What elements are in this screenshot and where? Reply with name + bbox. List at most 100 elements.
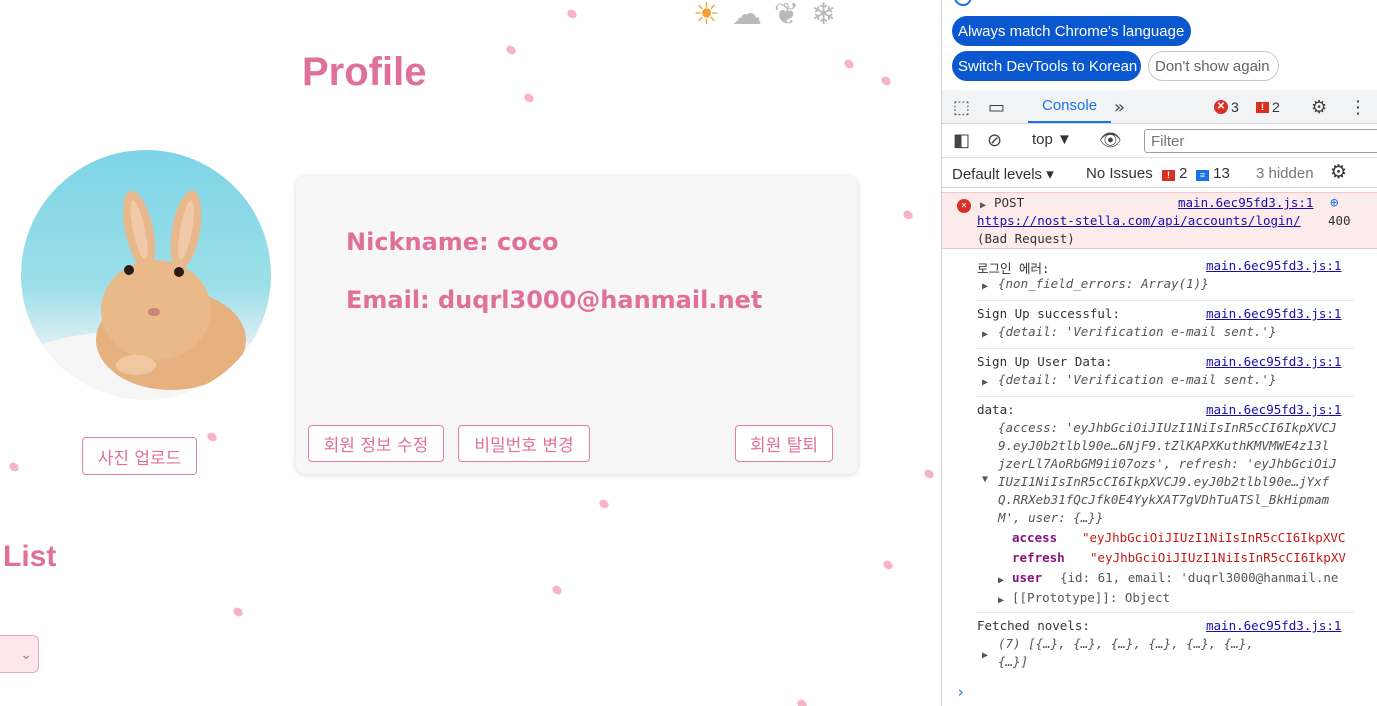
divider xyxy=(976,348,1354,349)
log-source-link[interactable]: main.6ec95fd3.js:1 xyxy=(1206,402,1341,417)
weather-selector: ☀ ☁ ❦ ❄ xyxy=(693,0,836,30)
expand-triangle-icon[interactable]: ▶ xyxy=(980,196,986,211)
warning-flag-icon: ! xyxy=(1162,170,1175,181)
rain-cloud-icon[interactable]: ☁ xyxy=(732,0,762,30)
switch-korean-button[interactable]: Switch DevTools to Korean xyxy=(952,51,1141,81)
console-output: ✕ ▶ POST main.6ec95fd3.js:1 ⊕ https://no… xyxy=(942,188,1377,706)
live-expression-eye-icon[interactable]: 👁 xyxy=(1099,130,1122,151)
list-select[interactable]: ⌄ xyxy=(0,635,39,673)
inspect-element-icon[interactable]: ⬚ xyxy=(953,97,970,118)
error-url-link[interactable]: https://nost-stella.com/api/accounts/log… xyxy=(977,213,1301,228)
sidebar-toggle-icon[interactable]: ◧ xyxy=(953,130,970,151)
withdraw-button[interactable]: 회원 탈퇴 xyxy=(735,425,833,462)
console-log-signup-data: Sign Up User Data: main.6ec95fd3.js:1 ▶ … xyxy=(942,350,1377,394)
error-status-text: (Bad Request) xyxy=(977,231,1075,246)
message-icon: ≡ xyxy=(1196,170,1209,181)
expand-triangle-icon[interactable]: ▶ xyxy=(982,325,988,340)
log-label: Sign Up User Data: xyxy=(977,354,1113,369)
console-log-data: data: main.6ec95fd3.js:1 {access: 'eyJhb… xyxy=(942,398,1377,610)
rabbit-photo xyxy=(21,190,271,400)
access-value: "eyJhbGciOiJIUzI1NiIsInR5cCI6IkpXVC xyxy=(1082,530,1346,545)
data-preview-line: 9.eyJ0b2tlbl90e…6NjF9.tZlKAPXKuthKMVMWE4… xyxy=(998,438,1330,453)
petal xyxy=(901,208,915,222)
user-value: {id: 61, email: 'duqrl3000@hanmail.ne xyxy=(1060,570,1339,585)
petal xyxy=(597,497,611,511)
petal xyxy=(795,697,809,706)
settings-gear-icon[interactable]: ⚙ xyxy=(1311,97,1327,118)
warning-flag-icon: ! xyxy=(1256,101,1269,113)
context-select[interactable]: top ▼ xyxy=(1032,131,1072,148)
clear-console-icon[interactable]: ⊘ xyxy=(987,130,1002,151)
devtools-panel: Always match Chrome's language Switch De… xyxy=(941,0,1377,706)
nickname-text: Nickname: coco xyxy=(346,228,559,256)
petal xyxy=(231,605,245,619)
refresh-value: "eyJhbGciOiJIUzI1NiIsInR5cCI6IkpXV xyxy=(1090,550,1346,565)
console-toolbar: ◧ ⊘ top ▼ 👁 xyxy=(942,124,1377,158)
change-password-button[interactable]: 비밀번호 변경 xyxy=(458,425,590,462)
snowflake-icon[interactable]: ❄ xyxy=(811,0,836,30)
error-source-link[interactable]: main.6ec95fd3.js:1 xyxy=(1178,195,1313,210)
log-source-link[interactable]: main.6ec95fd3.js:1 xyxy=(1206,258,1341,273)
more-tabs-icon[interactable]: » xyxy=(1114,97,1125,118)
divider xyxy=(976,612,1354,613)
expand-triangle-icon[interactable]: ▶ xyxy=(998,571,1004,586)
issues-warning-badge[interactable]: ! 2 xyxy=(1162,165,1188,182)
log-source-link[interactable]: main.6ec95fd3.js:1 xyxy=(1206,354,1341,369)
warning-count-badge[interactable]: ! 2 xyxy=(1256,99,1280,115)
log-label: 로그인 에러: xyxy=(977,261,1050,276)
sun-icon[interactable]: ☀ xyxy=(693,0,720,30)
profile-card: Nickname: coco Email: duqrl3000@hanmail.… xyxy=(296,176,858,474)
hidden-count: 3 hidden xyxy=(1256,165,1314,182)
data-preview-line: M', user: {…}} xyxy=(998,510,1104,525)
list-title: List xyxy=(3,540,57,573)
device-toolbar-icon[interactable]: ▭ xyxy=(988,97,1005,118)
log-label: data: xyxy=(977,402,1015,417)
refresh-key: refresh xyxy=(1012,550,1065,565)
issues-warning-count: 2 xyxy=(1179,165,1188,182)
log-source-link[interactable]: main.6ec95fd3.js:1 xyxy=(1206,618,1341,633)
data-preview-line: Q.RRXeb31fQcJfk0E4YykXAT7gVDhTuATSl_BkHi… xyxy=(998,492,1330,507)
page-title: Profile xyxy=(302,50,427,94)
dont-show-again-button[interactable]: Don't show again xyxy=(1148,51,1279,81)
avatar xyxy=(21,150,271,400)
issues-info-badge[interactable]: ≡ 13 xyxy=(1196,165,1230,182)
expand-triangle-icon[interactable]: ▶ xyxy=(998,591,1004,606)
more-options-icon[interactable]: ⋮ xyxy=(1349,97,1367,118)
data-preview-line: IUzI1NiIsInR5cCI6IkpXVCJ9.eyJ0b2tlbl90e…… xyxy=(998,474,1330,489)
console-settings-gear-icon[interactable]: ⚙ xyxy=(1330,161,1347,183)
console-log-login-error: 로그인 에러: main.6ec95fd3.js:1 ▶ {non_field_… xyxy=(942,254,1377,298)
error-count-badge[interactable]: ✕ 3 xyxy=(1214,99,1239,115)
always-match-language-button[interactable]: Always match Chrome's language xyxy=(952,16,1191,46)
console-log-novels: Fetched novels: main.6ec95fd3.js:1 ▶ (7)… xyxy=(942,614,1377,674)
petal xyxy=(504,43,518,57)
filter-input[interactable] xyxy=(1144,129,1377,153)
upload-photo-button[interactable]: 사진 업로드 xyxy=(82,437,197,475)
divider xyxy=(976,396,1354,397)
log-label: Sign Up successful: xyxy=(977,306,1120,321)
no-issues-label: No Issues xyxy=(1086,165,1153,182)
expand-triangle-icon[interactable]: ▶ xyxy=(982,277,988,292)
log-detail: {detail: 'Verification e-mail sent.'} xyxy=(998,324,1277,339)
web-page: ☀ ☁ ❦ ❄ Profile 사진 업로드 Nickname: coco Em… xyxy=(0,0,941,706)
log-levels-dropdown[interactable]: Default levels ▾ xyxy=(952,165,1054,183)
chevron-down-icon: ⌄ xyxy=(20,645,32,662)
edit-profile-button[interactable]: 회원 정보 수정 xyxy=(308,425,444,462)
petal xyxy=(565,7,579,21)
info-icon xyxy=(954,0,972,6)
expand-triangle-icon[interactable]: ▶ xyxy=(982,646,988,661)
log-source-link[interactable]: main.6ec95fd3.js:1 xyxy=(1206,306,1341,321)
petal xyxy=(550,583,564,597)
language-infobar: Always match Chrome's language Switch De… xyxy=(942,0,1377,88)
context-value: top xyxy=(1032,131,1053,148)
network-request-icon[interactable]: ⊕ xyxy=(1330,195,1338,211)
log-detail: {detail: 'Verification e-mail sent.'} xyxy=(998,372,1277,387)
expand-triangle-open-icon[interactable]: ▼ xyxy=(982,470,988,485)
tab-console[interactable]: Console xyxy=(1028,90,1112,123)
error-icon: ✕ xyxy=(1214,100,1228,114)
console-error-message: ✕ ▶ POST main.6ec95fd3.js:1 ⊕ https://no… xyxy=(942,192,1377,249)
console-prompt-icon[interactable]: › xyxy=(956,683,965,701)
leaf-icon[interactable]: ❦ xyxy=(774,0,799,30)
expand-triangle-icon[interactable]: ▶ xyxy=(982,373,988,388)
prototype-line: [[Prototype]]: Object xyxy=(1012,590,1171,605)
petal xyxy=(205,430,219,444)
